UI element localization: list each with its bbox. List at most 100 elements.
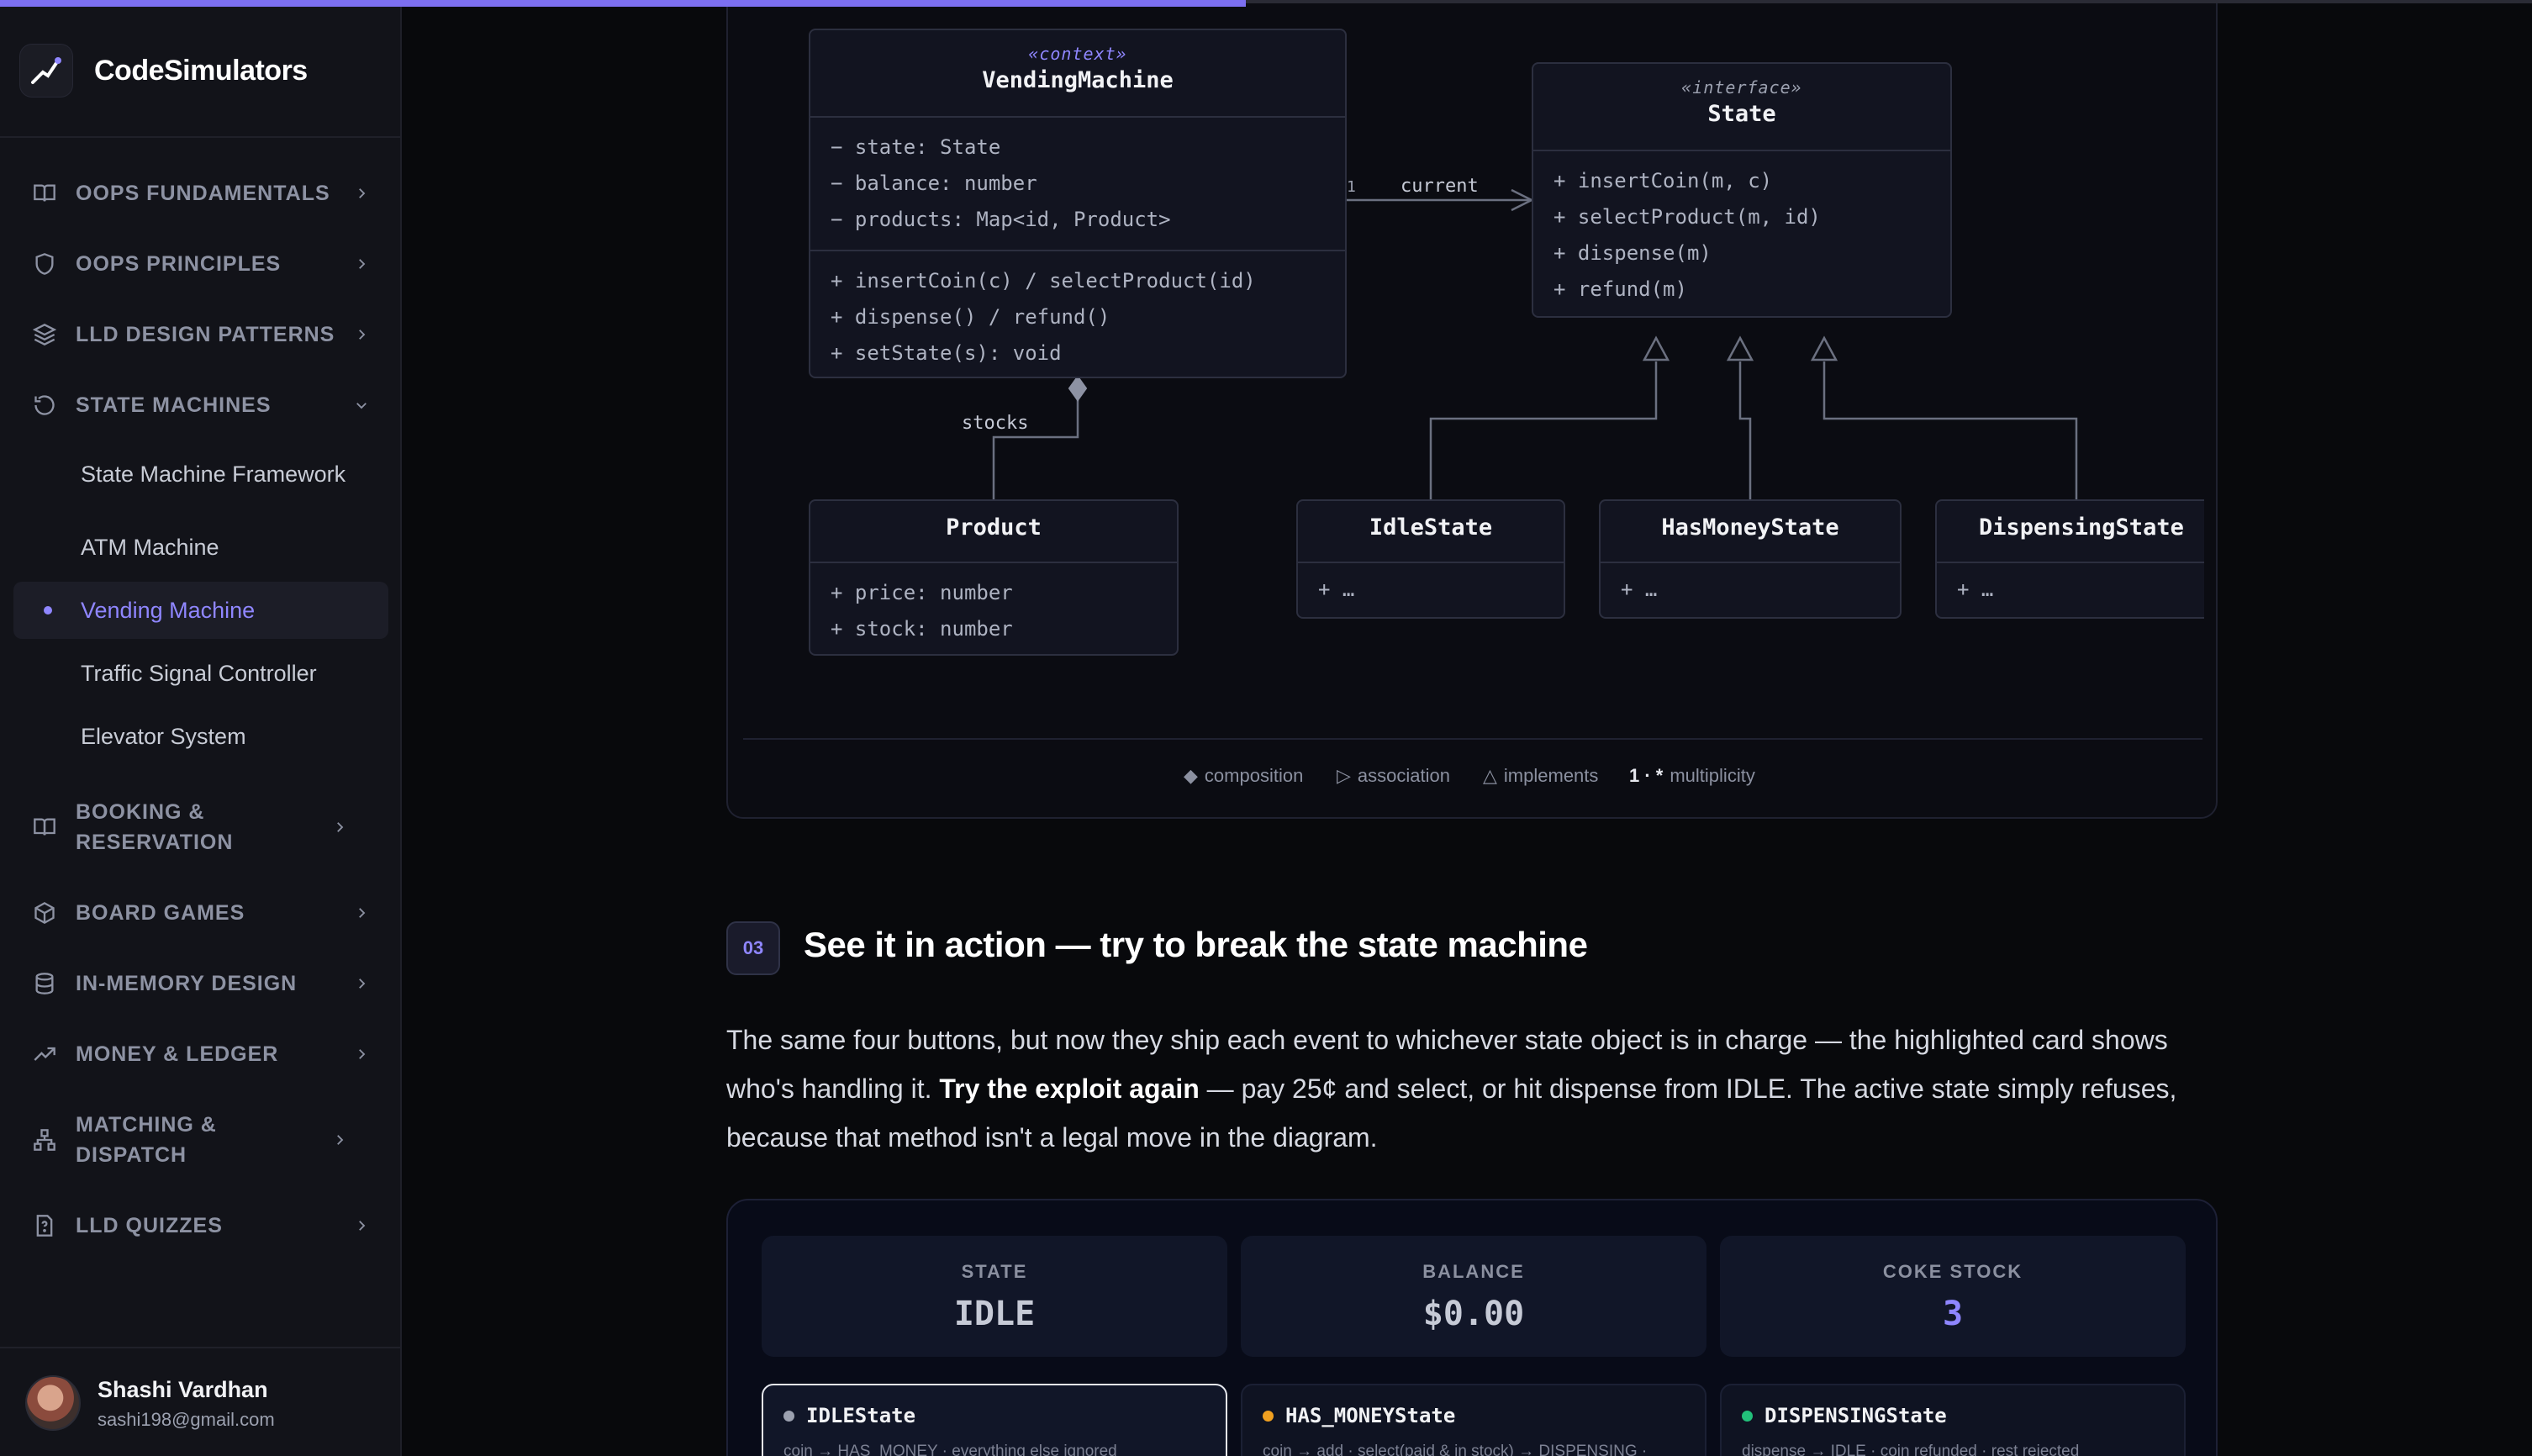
- sidebar-item-label: BOOKING & RESERVATION: [76, 800, 234, 854]
- state-card-description: coin → add · select(paid & in stock) → D…: [1263, 1443, 1648, 1456]
- sidebar-item-label: MONEY & LEDGER: [76, 1042, 279, 1066]
- class-fields: + price: number + stock: number: [831, 581, 1013, 641]
- state-card-idle[interactable]: IDLEState coin → HAS_MONEY · everything …: [762, 1384, 1227, 1456]
- brand-name: CodeSimulators: [94, 54, 308, 87]
- sidebar-item-label: STATE MACHINES: [76, 393, 272, 417]
- state-machine-simulator: STATE IDLE BALANCE $0.00 COKE STOCK 3 ID…: [726, 1199, 2218, 1456]
- legend-divider: [743, 738, 2202, 740]
- chevron-right-icon: [350, 1214, 373, 1237]
- state-card-description: dispense → IDLE · coin refunded · rest r…: [1742, 1443, 2080, 1456]
- class-name: DispensingState: [1979, 514, 2184, 541]
- class-name: IdleState: [1369, 514, 1493, 541]
- sidebar-item-oops-principles[interactable]: OOPS PRINCIPLES: [13, 249, 388, 279]
- page-progress-bar: [0, 0, 1246, 7]
- description-emphasis: Try the exploit again: [939, 1074, 1200, 1104]
- class-body: + …: [1621, 578, 1658, 601]
- sidebar-item-state-machines[interactable]: STATE MACHINES: [13, 390, 388, 420]
- chevron-right-icon: [328, 815, 351, 839]
- sidebar-item-matching-dispatch[interactable]: MATCHING & DISPATCH: [13, 1110, 367, 1170]
- shield-icon: [32, 251, 57, 277]
- sidebar-subitem-traffic-signal-controller[interactable]: Traffic Signal Controller: [13, 645, 388, 702]
- sidebar-subitem-label: State Machine Framework: [81, 461, 346, 487]
- stat-coke-stock: COKE STOCK 3: [1720, 1236, 2186, 1357]
- chevron-down-icon: [350, 393, 373, 417]
- user-profile[interactable]: Shashi Vardhan sashi198@gmail.com: [0, 1347, 400, 1456]
- stat-value: 3: [1942, 1295, 1964, 1333]
- stat-label: COKE STOCK: [1882, 1261, 2023, 1282]
- sidebar-item-money-ledger[interactable]: MONEY & LEDGER: [13, 1039, 388, 1069]
- user-email: sashi198@gmail.com: [98, 1409, 275, 1430]
- trend-icon: [32, 1042, 57, 1067]
- section-title: See it in action — try to break the stat…: [804, 925, 1588, 964]
- legend-multiplicity: 1 · * multiplicity: [1629, 765, 1755, 787]
- main-content: current 1 1 stocks 1 * «context» Vending…: [404, 0, 2532, 1456]
- user-name: Shashi Vardhan: [98, 1377, 268, 1402]
- network-icon: [32, 1127, 57, 1153]
- chevron-right-icon: [350, 252, 373, 276]
- sidebar-subitem-state-machine-framework[interactable]: State Machine Framework: [13, 446, 388, 503]
- class-name: VendingMachine: [982, 67, 1174, 93]
- sidebar-subitem-vending-machine[interactable]: Vending Machine: [13, 582, 388, 639]
- legend-association: ▷ association: [1337, 765, 1450, 787]
- association-multiplicity-left: 1: [1347, 178, 1356, 196]
- sidebar-item-label: OOPS FUNDAMENTALS: [76, 182, 330, 205]
- stat-label: BALANCE: [1422, 1261, 1525, 1282]
- sidebar-item-lld-design-patterns[interactable]: LLD DESIGN PATTERNS: [13, 319, 388, 350]
- sidebar-subitem-label: Vending Machine: [81, 597, 256, 623]
- class-name: State: [1707, 101, 1776, 127]
- legend-label: composition: [1204, 765, 1304, 786]
- active-dot: [44, 606, 52, 615]
- sidebar-subitem-elevator-system[interactable]: Elevator System: [13, 708, 388, 765]
- sidebar-item-oops-fundamentals[interactable]: OOPS FUNDAMENTALS: [13, 178, 388, 208]
- sidebar-item-lld-quizzes[interactable]: LLD QUIZZES: [13, 1211, 388, 1241]
- chevron-right-icon: [350, 901, 373, 925]
- chevron-right-icon: [350, 1042, 373, 1066]
- quiz-icon: [32, 1213, 57, 1238]
- class-body: + …: [1318, 578, 1355, 601]
- class-body: + …: [1957, 578, 1994, 601]
- state-card-title: IDLEState: [806, 1404, 916, 1427]
- uml-connectors: current 1 1 stocks 1 *: [962, 175, 2078, 530]
- sidebar-subitem-atm-machine[interactable]: ATM Machine: [13, 519, 388, 576]
- sidebar-item-booking-reservation[interactable]: BOOKING & RESERVATION: [13, 797, 367, 857]
- stat-state: STATE IDLE: [762, 1236, 1227, 1357]
- book-icon: [32, 181, 57, 206]
- chevron-right-icon: [328, 1128, 351, 1152]
- brand[interactable]: CodeSimulators: [20, 40, 308, 101]
- avatar: [25, 1375, 81, 1431]
- book-open-icon: [32, 815, 57, 840]
- legend-implements: △ implements: [1483, 765, 1598, 787]
- state-card-dispensing[interactable]: DISPENSINGState dispense → IDLE · coin r…: [1720, 1384, 2186, 1456]
- sidebar-item-label: IN-MEMORY DESIGN: [76, 972, 298, 995]
- legend-label: implements: [1503, 765, 1599, 786]
- sidebar-item-label: LLD QUIZZES: [76, 1214, 223, 1237]
- legend-label: multiplicity: [1670, 765, 1755, 786]
- stat-label: STATE: [961, 1261, 1028, 1282]
- sidebar-item-label: BOARD GAMES: [76, 901, 245, 925]
- sidebar-item-label: MATCHING & DISPATCH: [76, 1113, 217, 1167]
- sidebar-item-board-games[interactable]: BOARD GAMES: [13, 898, 388, 928]
- section-number-badge: 03: [726, 921, 780, 975]
- state-card-description: coin → HAS_MONEY · everything else ignor…: [783, 1443, 1117, 1456]
- state-dot: [783, 1410, 794, 1422]
- sidebar-item-in-memory-design[interactable]: IN-MEMORY DESIGN: [13, 968, 388, 999]
- state-card-has-money[interactable]: HAS_MONEYState coin → add · select(paid …: [1241, 1384, 1706, 1456]
- class-name: HasMoneyState: [1661, 514, 1839, 541]
- sidebar-item-label: OOPS PRINCIPLES: [76, 252, 282, 276]
- class-name: Product: [946, 514, 1042, 541]
- state-dot: [1742, 1410, 1753, 1422]
- stat-value: $0.00: [1422, 1295, 1525, 1333]
- sidebar-subitem-label: Traffic Signal Controller: [81, 660, 317, 686]
- diamond-icon: ◆: [1184, 765, 1198, 786]
- legend-composition: ◆ composition: [1184, 765, 1303, 787]
- divider: [0, 136, 400, 138]
- layers-icon: [32, 322, 57, 347]
- composition-label: stocks: [962, 413, 1028, 434]
- class-fields: − state: State − balance: number − produ…: [831, 135, 1171, 231]
- stereotype-label: «context»: [1028, 44, 1127, 64]
- interface-methods: + insertCoin(m, c) + selectProduct(m, id…: [1553, 169, 1821, 301]
- state-card-title: DISPENSINGState: [1764, 1404, 1947, 1427]
- stereotype-label: «interface»: [1681, 77, 1802, 98]
- chevron-right-icon: [350, 323, 373, 346]
- sidebar: CodeSimulators OOPS FUNDAMENTALS OOPS PR…: [0, 0, 402, 1456]
